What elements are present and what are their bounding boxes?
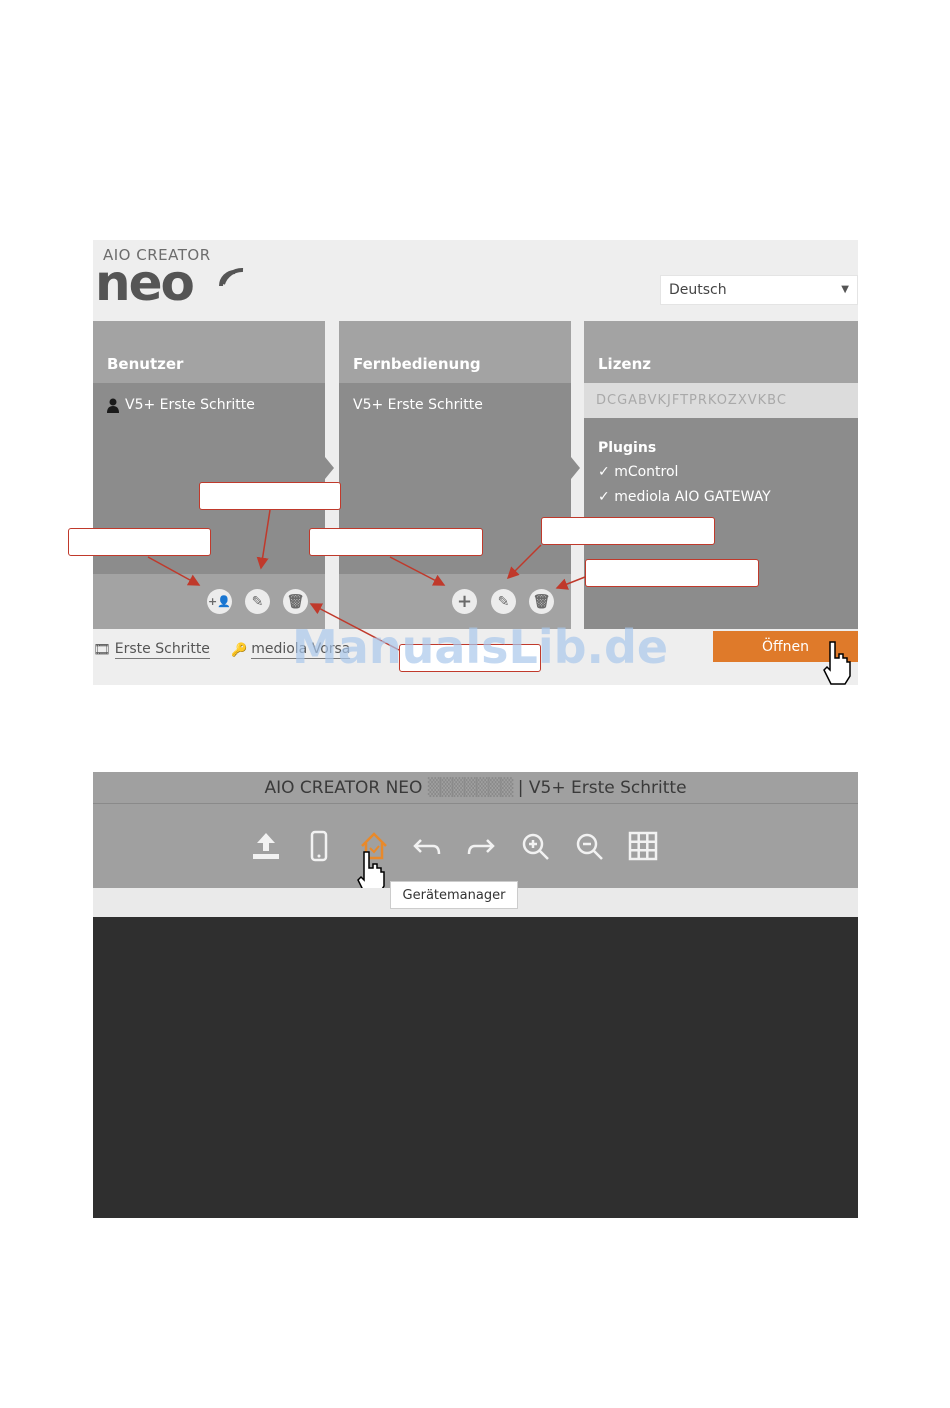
upload-icon[interactable] [248,828,284,864]
canvas-area[interactable] [93,917,858,1218]
zoom-in-icon[interactable] [517,828,553,864]
grid-icon[interactable] [625,828,661,864]
redo-icon[interactable] [463,828,499,864]
tooltip: Gerätemanager [390,881,518,909]
zoom-out-icon[interactable] [571,828,607,864]
toolbar [93,804,858,895]
undo-icon[interactable] [409,828,445,864]
title-bar: AIO CREATOR NEO ▒▒▒▒▒▒▒ | V5+ Erste Schr… [93,772,858,804]
watermark: ManualsLib.de [292,620,669,674]
editor-window: AIO CREATOR NEO ▒▒▒▒▒▒▒ | V5+ Erste Schr… [93,772,858,1218]
phone-icon[interactable] [301,828,337,864]
window-title-app: AIO CREATOR NEO [264,778,423,798]
redacted-version: ▒▒▒▒▒▒▒ [427,778,514,798]
window-title: AIO CREATOR NEO ▒▒▒▒▒▒▒ | V5+ Erste Schr… [93,778,858,798]
window-title-project: | V5+ Erste Schritte [517,778,687,798]
annotation-arrows [147,509,586,651]
